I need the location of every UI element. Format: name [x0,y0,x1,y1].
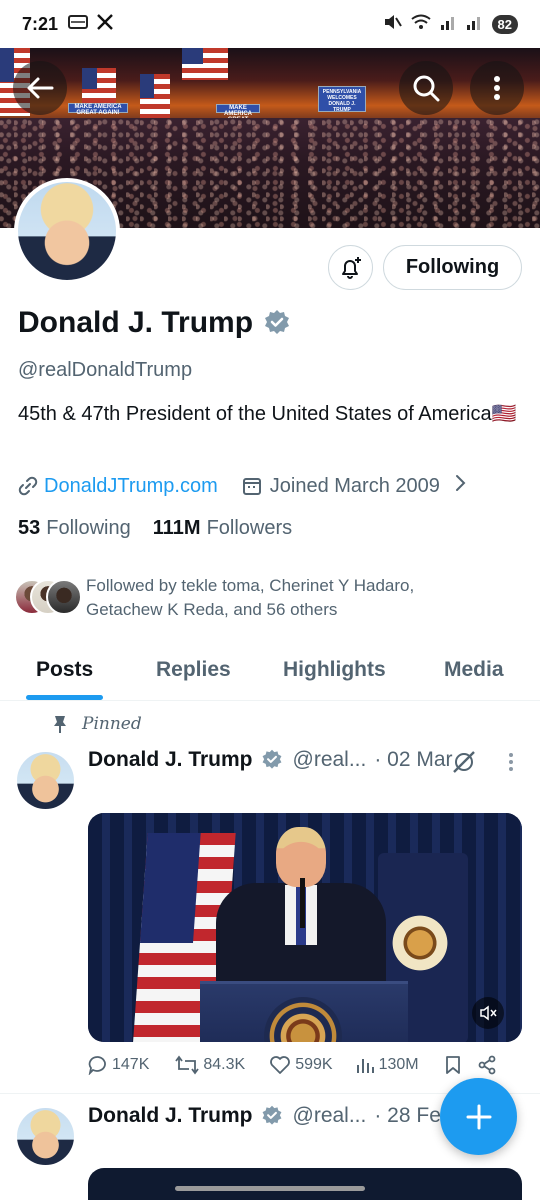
reply-button[interactable]: 147K [88,1055,149,1075]
signal-icon-1 [440,14,458,35]
joined-date: Joined March 2009 [269,474,440,497]
verified-badge-icon[interactable] [263,309,291,337]
like-count: 599K [295,1056,333,1073]
following-count-link[interactable]: 53 Following [18,517,131,540]
post-actions: 147K 84.3K 599K 130M [88,1055,522,1075]
repost-button[interactable]: 84.3K [175,1055,245,1075]
banner-sign-mid: MAKE AMERICA GREAT AGAIN! [216,104,260,129]
profile-bio: 45th & 47th President of the United Stat… [18,403,517,425]
share-button[interactable] [477,1055,497,1075]
views-button[interactable]: 130M [355,1055,419,1075]
arrow-left-icon [27,77,54,99]
post-avatar[interactable] [17,1108,74,1165]
post-author-name[interactable]: Donald J. Trump [88,1104,253,1128]
pinned-indicator: Pinned [52,714,142,734]
banner-sign-right: PENNSYLVANIA WELCOMES DONALD J. TRUMP [318,86,366,113]
mute-video-button[interactable] [472,997,504,1029]
active-tab-indicator [26,695,103,700]
post-header: Donald J. Trump @real... · 02 Mar [88,748,453,772]
x-logo-icon [96,13,114,36]
flag-seal [388,911,452,975]
wifi-icon [410,13,432,36]
view-count: 130M [378,1056,419,1073]
profile-handle: @realDonaldTrump [18,359,193,381]
more-vertical-icon [494,76,500,100]
pinned-label: Pinned [82,714,142,734]
heart-icon [270,1056,291,1074]
post-author-name[interactable]: Donald J. Trump [88,748,253,772]
gallery-notification-icon [68,14,89,35]
post-author-handle: @real... [292,1104,367,1127]
followed-by-text: Followed by tekle toma, Cherinet Y Hadar… [86,576,415,619]
tab-highlights[interactable]: Highlights [283,640,386,700]
display-name: Donald J. Trump [18,306,254,339]
search-button[interactable] [399,61,453,115]
verified-badge-icon [262,1105,281,1125]
followed-by-row[interactable]: Followed by tekle toma, Cherinet Y Hadar… [14,574,466,622]
bookmark-icon [445,1056,460,1074]
repost-icon [175,1055,200,1075]
chevron-right-icon[interactable] [454,474,466,498]
website-link[interactable]: DonaldJTrump.com [44,475,218,498]
profile-avatar[interactable] [14,178,120,284]
post-video[interactable] [88,813,522,1042]
back-button[interactable] [13,61,67,115]
mute-status-icon [382,13,402,36]
battery-indicator: 82 [491,14,518,34]
calendar-icon [242,478,261,495]
tab-posts[interactable]: Posts [36,640,93,700]
pin-icon [54,716,66,733]
bookmark-button[interactable] [445,1055,461,1075]
tab-replies[interactable]: Replies [156,640,231,700]
like-button[interactable]: 599K [269,1055,333,1075]
reply-count: 147K [112,1056,150,1073]
bell-plus-icon [341,256,361,279]
following-button[interactable]: Following [383,245,522,290]
speaker-muted-icon [480,1005,497,1021]
follow-stats: 53 Following 111M Followers [18,517,292,540]
share-icon [478,1055,495,1075]
profile-tabs: Posts Replies Highlights Media [0,640,540,701]
link-icon [18,476,38,496]
notification-bell-button[interactable] [328,245,373,290]
signal-icon-2 [466,14,484,35]
grok-icon[interactable] [451,749,477,780]
home-indicator[interactable] [175,1186,365,1191]
reply-icon [88,1056,106,1075]
follower-avatars [14,579,82,617]
status-time: 7:21 [22,13,59,34]
avatar [46,579,82,615]
status-bar: 7:21 82 [0,0,540,48]
tab-media[interactable]: Media [444,640,504,700]
followers-count-link[interactable]: 111M Followers [153,517,292,540]
compose-post-button[interactable] [440,1078,517,1155]
name-row: Donald J. Trump [18,306,291,340]
repost-count: 84.3K [203,1056,246,1073]
banner-sign-left: MAKE AMERICA GREAT AGAIN! [68,103,128,116]
post-avatar[interactable] [17,752,74,809]
verified-badge-icon [262,749,281,769]
post-date: · 02 Mar [374,748,453,771]
search-icon [413,75,440,102]
flag-icon [140,74,170,122]
post-author-handle: @real... [292,748,367,771]
views-chart-icon [356,1059,374,1073]
profile-meta: DonaldJTrump.com Joined March 2009 [18,474,466,498]
post-media-preview[interactable] [88,1168,522,1200]
microphone [300,878,305,928]
flag-icon [182,48,228,80]
post-more-icon[interactable] [508,752,514,777]
plus-icon [466,1104,491,1129]
more-options-button[interactable] [470,61,524,115]
post-header: Donald J. Trump @real... · 28 Feb [88,1104,453,1128]
